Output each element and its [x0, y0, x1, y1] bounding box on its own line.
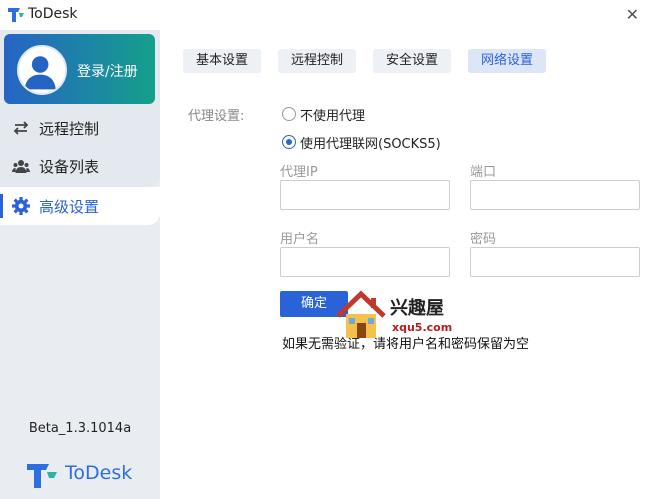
watermark-text: 兴趣屋 [390, 298, 444, 319]
tab-network-settings[interactable]: 网络设置 [468, 49, 547, 73]
username-label: 用户名 [280, 232, 320, 247]
active-indicator [0, 194, 3, 218]
sidebar-item-label: 设备列表 [39, 158, 100, 176]
proxy-settings-label: 代理设置: [188, 109, 245, 124]
sidebar-item-devices[interactable]: 设备列表 [0, 147, 160, 185]
proxy-ip-input[interactable] [280, 180, 450, 210]
login-label: 登录/注册 [77, 64, 138, 80]
avatar-icon [17, 45, 67, 95]
watermark-site: xqu5.com [392, 321, 453, 334]
close-icon[interactable]: ✕ [626, 7, 639, 23]
password-label: 密码 [470, 232, 497, 247]
radio-button[interactable] [282, 107, 296, 121]
password-input[interactable] [470, 247, 640, 277]
todesk-logo-icon [8, 8, 24, 22]
tab-remote-control[interactable]: 远程控制 [278, 49, 357, 73]
tab-security-settings[interactable]: 安全设置 [373, 49, 452, 73]
todesk-logo-icon [27, 464, 57, 488]
radio-label: 使用代理联网(SOCKS5) [300, 137, 441, 152]
brand-name: ToDesk [65, 462, 133, 484]
login-card[interactable]: 登录/注册 [4, 34, 155, 104]
port-input[interactable] [470, 180, 640, 210]
username-input[interactable] [280, 247, 450, 277]
tab-basic-settings[interactable]: 基本设置 [183, 49, 262, 73]
sidebar-item-label: 高级设置 [39, 198, 100, 216]
sidebar-item-advanced-settings[interactable]: 高级设置 [0, 187, 160, 225]
sidebar-item-remote-control[interactable]: 远程控制 [0, 109, 160, 147]
sidebar-nav-top: 登录/注册 远程控制 设备列表 [0, 30, 160, 187]
radio-button[interactable] [282, 135, 296, 149]
sidebar-nav-bottom: 高级设置 [0, 187, 160, 499]
watermark: 兴趣屋 xqu5.com [334, 290, 454, 342]
version-label: Beta_1.3.1014a [28, 421, 132, 436]
sidebar-spacer [0, 225, 160, 499]
gear-icon [12, 197, 30, 215]
title-bar: ToDesk ✕ [0, 0, 667, 30]
users-icon [12, 160, 30, 173]
house-icon [336, 290, 386, 338]
window-title: ToDesk [28, 6, 78, 22]
sidebar-item-label: 远程控制 [39, 120, 100, 138]
swap-arrows-icon [13, 121, 29, 135]
sidebar: 登录/注册 远程控制 设备列表 高级设置 Beta_1.3.1014a ToDe… [0, 30, 160, 499]
port-label: 端口 [470, 165, 497, 180]
radio-label: 不使用代理 [300, 109, 366, 124]
proxy-ip-label: 代理IP [280, 165, 318, 180]
brand: ToDesk [25, 460, 145, 490]
